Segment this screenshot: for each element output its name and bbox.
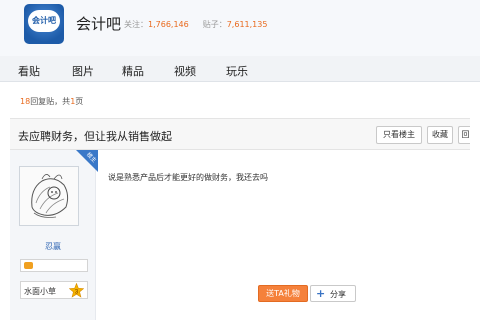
bar-stats: 关注：1,766,146 贴子：7,611,135 bbox=[124, 19, 267, 30]
badge-row bbox=[20, 259, 88, 272]
reply-button[interactable]: 回复 bbox=[458, 126, 470, 144]
logo-text: 会计吧 bbox=[32, 16, 56, 25]
tab-images[interactable]: 图片 bbox=[72, 63, 94, 79]
reply-summary: 18回复贴，共1页 bbox=[20, 96, 83, 107]
page-count-suffix: 页 bbox=[75, 97, 84, 106]
bar-logo[interactable]: 会计吧 bbox=[24, 4, 64, 44]
avatar-sketch-image bbox=[20, 167, 78, 225]
thread-title-bar: 去应聘财务，但让我从销售做起 只看楼主 收藏 回复 bbox=[10, 118, 470, 150]
plus-icon: + bbox=[316, 287, 326, 300]
posts-count: 7,611,135 bbox=[226, 20, 268, 29]
bar-name[interactable]: 会计吧 bbox=[76, 13, 121, 34]
send-gift-button[interactable]: 送TA礼物 bbox=[258, 285, 308, 302]
op-badge: 楼主 bbox=[76, 150, 98, 172]
thread-title: 去应聘财务，但让我从销售做起 bbox=[18, 130, 172, 143]
level-badge[interactable]: 水面小草 3 bbox=[20, 281, 88, 299]
forum-header: 会计吧 会计吧 关注：1,766,146 贴子：7,611,135 bbox=[0, 0, 480, 56]
reply-count: 18 bbox=[20, 97, 31, 106]
level-name: 水面小草 bbox=[24, 287, 56, 296]
bar-nav: 看贴 图片 精品 视频 玩乐 bbox=[0, 56, 480, 82]
only-op-button[interactable]: 只看楼主 bbox=[376, 126, 422, 144]
favorite-button[interactable]: 收藏 bbox=[427, 126, 453, 144]
avatar[interactable] bbox=[19, 166, 79, 226]
follow-count: 1,766,146 bbox=[148, 20, 189, 29]
speech-bubble-icon: 会计吧 bbox=[28, 10, 60, 32]
member-badge-icon[interactable] bbox=[24, 262, 33, 269]
level-star-icon: 3 bbox=[69, 283, 84, 298]
tab-videos[interactable]: 视频 bbox=[174, 63, 196, 79]
tab-posts[interactable]: 看贴 bbox=[18, 63, 40, 79]
post-content: 说是熟悉产品后才能更好的做财务，我还去吗 bbox=[108, 173, 268, 182]
author-name[interactable]: 忍赢 bbox=[10, 241, 96, 252]
follow-label: 关注： bbox=[124, 20, 148, 29]
share-label: 分享 bbox=[330, 290, 346, 299]
tab-fun[interactable]: 玩乐 bbox=[226, 63, 248, 79]
posts-label: 贴子： bbox=[202, 20, 227, 29]
tab-featured[interactable]: 精品 bbox=[122, 63, 144, 79]
post-floor: 忍赢 水面小草 3 楼主 说是熟悉产品后才能更好的做财务，我还去吗 送TA礼物 … bbox=[10, 150, 470, 320]
reply-count-suffix: 回复贴，共 bbox=[30, 97, 71, 106]
author-panel: 忍赢 水面小草 3 bbox=[10, 150, 96, 320]
share-button[interactable]: + 分享 bbox=[310, 285, 356, 302]
